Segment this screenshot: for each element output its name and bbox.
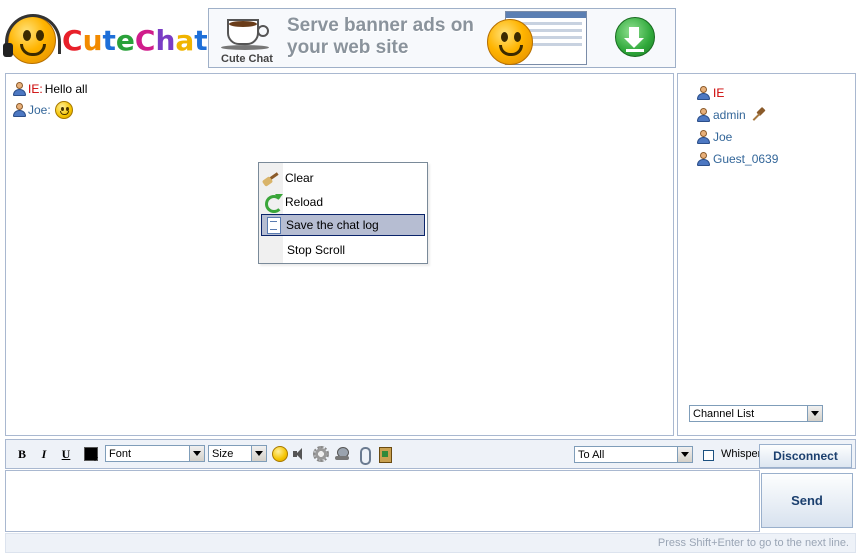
exit-icon[interactable] xyxy=(376,446,392,463)
italic-button[interactable]: I xyxy=(37,447,51,461)
chevron-down-icon[interactable] xyxy=(677,447,692,462)
whisper-label: Whisper xyxy=(721,448,762,460)
message-author[interactable]: Joe: xyxy=(28,103,51,117)
message-input[interactable] xyxy=(5,470,760,532)
status-bar: Press Shift+Enter to go to the next line… xyxy=(5,533,856,553)
webcam-icon[interactable] xyxy=(334,446,350,462)
user-name: Joe xyxy=(713,130,733,144)
user-name: IE xyxy=(713,86,725,100)
sound-icon[interactable] xyxy=(292,446,308,462)
input-hint: Press Shift+Enter to go to the next line… xyxy=(657,537,849,549)
user-list-item[interactable]: IE xyxy=(696,84,724,102)
settings-icon[interactable] xyxy=(313,446,329,462)
menu-item-save-chat-log[interactable]: Save the chat log xyxy=(261,214,425,236)
user-icon xyxy=(696,86,710,100)
menu-item-reload[interactable]: Reload xyxy=(261,191,425,213)
user-name: Guest_0639 xyxy=(713,152,779,166)
chevron-down-icon[interactable] xyxy=(807,406,822,421)
user-list-item[interactable]: Joe xyxy=(696,128,732,146)
formatting-toolbar: B I U Font Size To All Whisper xyxy=(5,439,856,469)
channel-list-select[interactable]: Channel List xyxy=(689,405,823,422)
menu-item-stop-scroll[interactable]: Stop Scroll xyxy=(261,239,425,261)
attachment-icon[interactable] xyxy=(356,446,372,465)
log-icon xyxy=(262,214,284,236)
bold-button[interactable]: B xyxy=(15,447,29,461)
whisper-checkbox[interactable] xyxy=(703,450,714,461)
send-button[interactable]: Send xyxy=(761,473,853,528)
user-list-item[interactable]: admin xyxy=(696,106,765,124)
user-icon xyxy=(12,103,26,117)
logo-text: CuteChat xyxy=(62,24,208,57)
cutechat-logo: CuteChat xyxy=(3,12,208,68)
underline-button[interactable]: U xyxy=(59,447,73,461)
smile-icon xyxy=(54,101,73,119)
font-color-button[interactable] xyxy=(83,446,99,462)
size-select[interactable]: Size xyxy=(208,445,267,462)
font-select[interactable]: Font xyxy=(105,445,205,462)
broom-icon xyxy=(261,167,283,189)
user-icon xyxy=(696,152,710,166)
disconnect-button[interactable]: Disconnect xyxy=(759,444,852,468)
banner-caption: Cute Chat xyxy=(221,53,273,65)
logo-smiley-icon xyxy=(3,14,61,64)
coffee-cup-icon xyxy=(219,15,275,51)
gavel-icon xyxy=(751,108,765,122)
reload-icon xyxy=(261,191,283,213)
chat-message: IE: Hello all xyxy=(12,80,87,98)
user-icon xyxy=(696,108,710,122)
banner-smiley-icon xyxy=(487,19,533,65)
ad-banner[interactable]: Cute Chat Serve banner ads on your web s… xyxy=(208,8,676,68)
recipient-select[interactable]: To All xyxy=(574,446,693,463)
chevron-down-icon[interactable] xyxy=(251,446,266,461)
chat-message: Joe: xyxy=(12,101,73,119)
message-text: Hello all xyxy=(44,82,88,96)
online-users-panel: IE admin Joe Guest_0639 xyxy=(677,73,856,436)
user-icon xyxy=(12,82,26,96)
chat-context-menu: Clear Reload Save the chat log Stop Scro… xyxy=(258,162,428,264)
emoticon-icon[interactable] xyxy=(272,446,288,462)
user-name: admin xyxy=(713,108,746,122)
user-list-item[interactable]: Guest_0639 xyxy=(696,150,778,168)
download-icon[interactable] xyxy=(615,17,655,57)
banner-title: Serve banner ads on your web site xyxy=(287,15,474,58)
user-icon xyxy=(696,130,710,144)
menu-item-clear[interactable]: Clear xyxy=(261,167,425,189)
message-author[interactable]: IE: xyxy=(28,82,43,96)
chevron-down-icon[interactable] xyxy=(189,446,204,461)
